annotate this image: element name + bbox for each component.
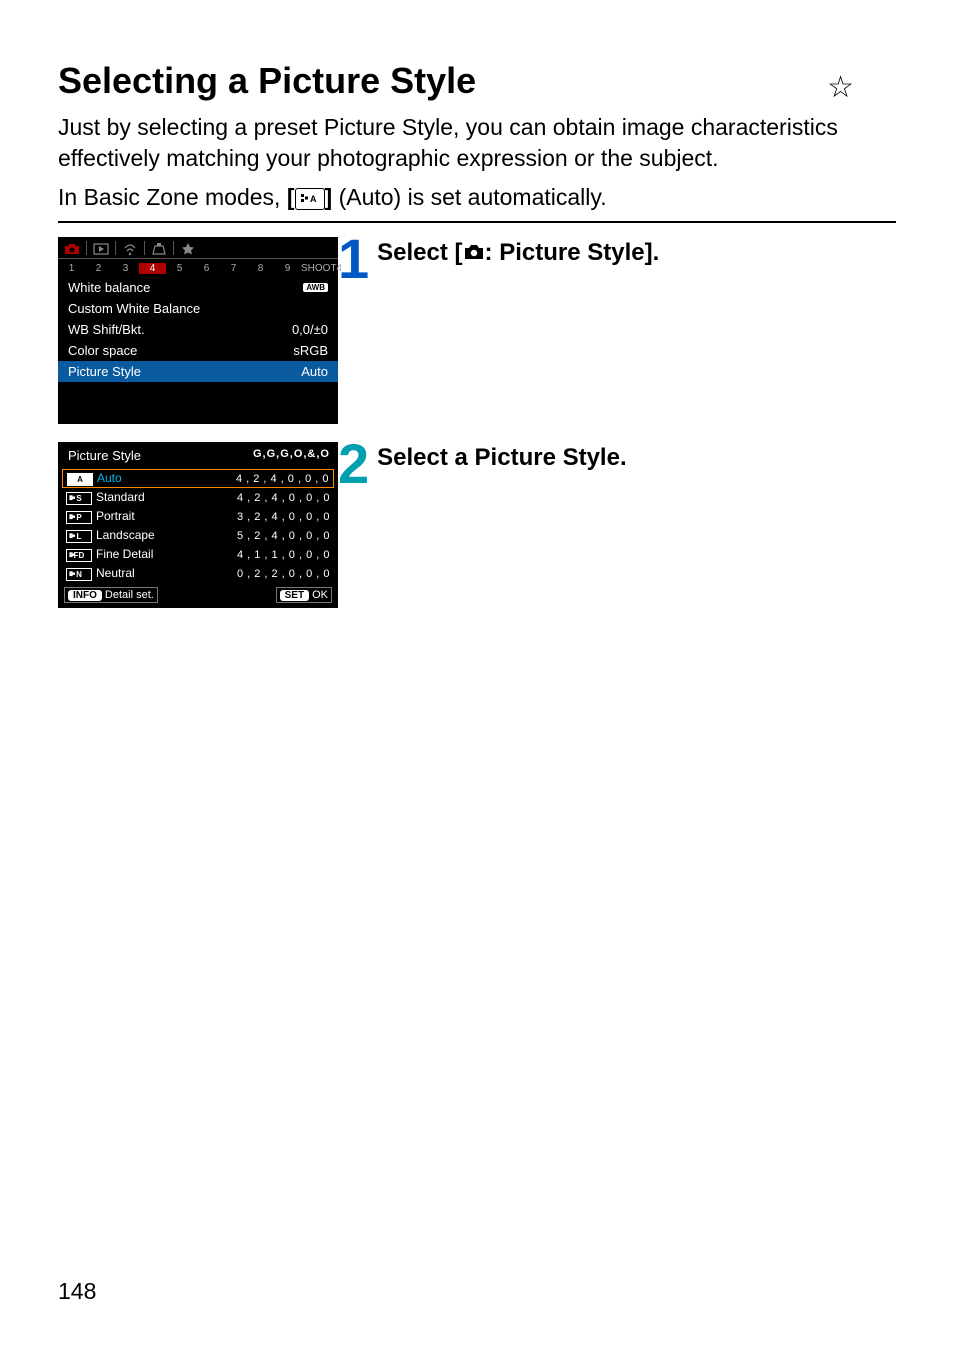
- ps-row-neutral-left: N Neutral: [66, 566, 135, 580]
- menu-row-picture-style-value: Auto: [301, 364, 328, 379]
- tabnum-9: 9: [274, 263, 301, 274]
- tabnum-2: 2: [85, 263, 112, 274]
- ps-vals-finedetail: 4 , 1 , 1 , 0 , 0 , 0: [237, 549, 330, 561]
- ps-row-portrait: P Portrait 3 , 2 , 4 , 0 , 0 , 0: [58, 507, 338, 526]
- camera-icon: [463, 241, 485, 266]
- step-2-screenshot: Picture Style G,G,G,O,&,O A Auto 4 , 2 , …: [58, 442, 338, 608]
- ps-vals-neutral: 0 , 2 , 2 , 0 , 0 , 0: [237, 568, 330, 580]
- wifi-tab-icon: [116, 239, 144, 255]
- ps-row-finedetail-left: FD Fine Detail: [66, 547, 153, 561]
- ps-row-auto: A Auto 4 , 2 , 4 , 0 , 0 , 0: [62, 469, 334, 488]
- menu-top-tabs: [58, 237, 338, 259]
- tabnum-4: 4: [139, 263, 166, 274]
- step-2-row: Picture Style G,G,G,O,&,O A Auto 4 , 2 , …: [58, 442, 896, 608]
- tabnum-8: 8: [247, 263, 274, 274]
- menu-row-custom-wb: Custom White Balance: [58, 298, 338, 319]
- ps-label-portrait: Portrait: [96, 509, 135, 523]
- menu-screenshot-1: 1 2 3 4 5 6 7 8 9 SHOOT4 White balance A…: [58, 237, 338, 424]
- ps-header-label: Picture Style: [68, 448, 141, 463]
- step-1-screenshot: 1 2 3 4 5 6 7 8 9 SHOOT4 White balance A…: [58, 237, 338, 424]
- ps-vals-landscape: 5 , 2 , 4 , 0 , 0 , 0: [237, 530, 330, 542]
- auto-mode-badge-icon: A: [295, 188, 325, 210]
- page-title: Selecting a Picture Style: [58, 60, 896, 102]
- picture-style-screenshot: Picture Style G,G,G,O,&,O A Auto 4 , 2 , …: [58, 442, 338, 608]
- tabnum-5: 5: [166, 263, 193, 274]
- ps-row-auto-left: A Auto: [67, 471, 122, 485]
- step-1-title-b: : Picture Style].: [485, 239, 660, 266]
- step-1-row: 1 2 3 4 5 6 7 8 9 SHOOT4 White balance A…: [58, 237, 896, 424]
- ps-header: Picture Style G,G,G,O,&,O: [58, 442, 338, 469]
- section-divider: [58, 221, 896, 223]
- ps-vals-auto: 4 , 2 , 4 , 0 , 0 , 0: [236, 473, 329, 485]
- menu-row-wbshift: WB Shift/Bkt. 0,0/±0: [58, 319, 338, 340]
- ps-label-neutral: Neutral: [96, 566, 135, 580]
- ps-badge-standard-icon: S: [66, 492, 92, 505]
- step-2-text: 2 Select a Picture Style.: [338, 442, 896, 487]
- ps-label-landscape: Landscape: [96, 528, 155, 542]
- ps-row-finedetail: FD Fine Detail 4 , 1 , 1 , 0 , 0 , 0: [58, 545, 338, 564]
- menu-row-picture-style-label: Picture Style: [68, 364, 141, 379]
- ps-vals-standard: 4 , 2 , 4 , 0 , 0 , 0: [237, 492, 330, 504]
- ps-row-neutral: N Neutral 0 , 2 , 2 , 0 , 0 , 0: [58, 564, 338, 583]
- menu-row-custom-wb-label: Custom White Balance: [68, 301, 200, 316]
- intro-paragraph-1: Just by selecting a preset Picture Style…: [58, 112, 896, 174]
- step-1-text: 1 Select [ : Picture Style].: [338, 237, 896, 282]
- tab-group-label: SHOOT4: [301, 263, 348, 274]
- page-number: 148: [58, 1278, 96, 1305]
- ps-footer-right-text: OK: [312, 589, 328, 601]
- tabnum-6: 6: [193, 263, 220, 274]
- ps-row-standard-left: S Standard: [66, 490, 145, 504]
- playback-tab-icon: [87, 240, 115, 256]
- open-bracket: [: [287, 184, 295, 210]
- star-icon: ☆: [827, 70, 854, 105]
- svg-text:A: A: [310, 194, 317, 203]
- ps-row-standard: S Standard 4 , 2 , 4 , 0 , 0 , 0: [58, 488, 338, 507]
- set-button-pill: SET: [280, 590, 309, 601]
- setup-tab-icon: [145, 239, 173, 255]
- menu-tab-numbers: 1 2 3 4 5 6 7 8 9 SHOOT4: [58, 259, 338, 277]
- tabnum-7: 7: [220, 263, 247, 274]
- step-1-title-a: Select [: [377, 239, 462, 266]
- ps-badge-finedetail-icon: FD: [66, 549, 92, 562]
- step-1-title: Select [ : Picture Style].: [377, 237, 659, 267]
- tabnum-3: 3: [112, 263, 139, 274]
- mymenu-tab-icon: [174, 239, 202, 255]
- ps-badge-auto-icon: A: [67, 473, 93, 486]
- step-number-2: 2: [338, 442, 369, 487]
- menu-row-colorspace-value: sRGB: [293, 343, 328, 358]
- menu-row-wbshift-value: 0,0/±0: [292, 322, 328, 337]
- camera-tab-icon: [58, 239, 86, 255]
- awb-badge: AWB: [303, 283, 328, 292]
- menu-blank-area: [58, 382, 338, 424]
- menu-row-colorspace: Color space sRGB: [58, 340, 338, 361]
- ps-label-standard: Standard: [96, 490, 145, 504]
- menu-row-picture-style: Picture Style Auto: [58, 361, 338, 382]
- ps-header-icons: G,G,G,O,&,O: [253, 448, 330, 463]
- ps-label-auto: Auto: [97, 471, 122, 485]
- menu-row-wb-label: White balance: [68, 280, 150, 295]
- ps-footer-left: INFO Detail set.: [64, 587, 158, 603]
- tabnum-1: 1: [58, 263, 85, 274]
- ps-label-finedetail: Fine Detail: [96, 547, 153, 561]
- ps-row-landscape: L Landscape 5 , 2 , 4 , 0 , 0 , 0: [58, 526, 338, 545]
- ps-row-landscape-left: L Landscape: [66, 528, 155, 542]
- ps-badge-landscape-icon: L: [66, 530, 92, 543]
- ps-row-portrait-left: P Portrait: [66, 509, 135, 523]
- intro-2a: In Basic Zone modes,: [58, 184, 287, 210]
- menu-row-wbshift-label: WB Shift/Bkt.: [68, 322, 145, 337]
- menu-row-colorspace-label: Color space: [68, 343, 137, 358]
- page: ☆ Selecting a Picture Style Just by sele…: [0, 0, 954, 1345]
- ps-badge-neutral-icon: N: [66, 568, 92, 581]
- menu-row-wb: White balance AWB: [58, 277, 338, 298]
- step-number-1: 1: [338, 237, 369, 282]
- intro-2b: (Auto) is set automatically.: [332, 184, 606, 210]
- ps-badge-portrait-icon: P: [66, 511, 92, 524]
- ps-footer-right: SET OK: [276, 587, 332, 603]
- ps-footer-left-text: Detail set.: [105, 589, 154, 601]
- step-2-title: Select a Picture Style.: [377, 442, 626, 472]
- ps-footer: INFO Detail set. SET OK: [58, 583, 338, 608]
- info-button-pill: INFO: [68, 590, 102, 601]
- intro-paragraph-2: In Basic Zone modes, [A] (Auto) is set a…: [58, 182, 896, 213]
- ps-vals-portrait: 3 , 2 , 4 , 0 , 0 , 0: [237, 511, 330, 523]
